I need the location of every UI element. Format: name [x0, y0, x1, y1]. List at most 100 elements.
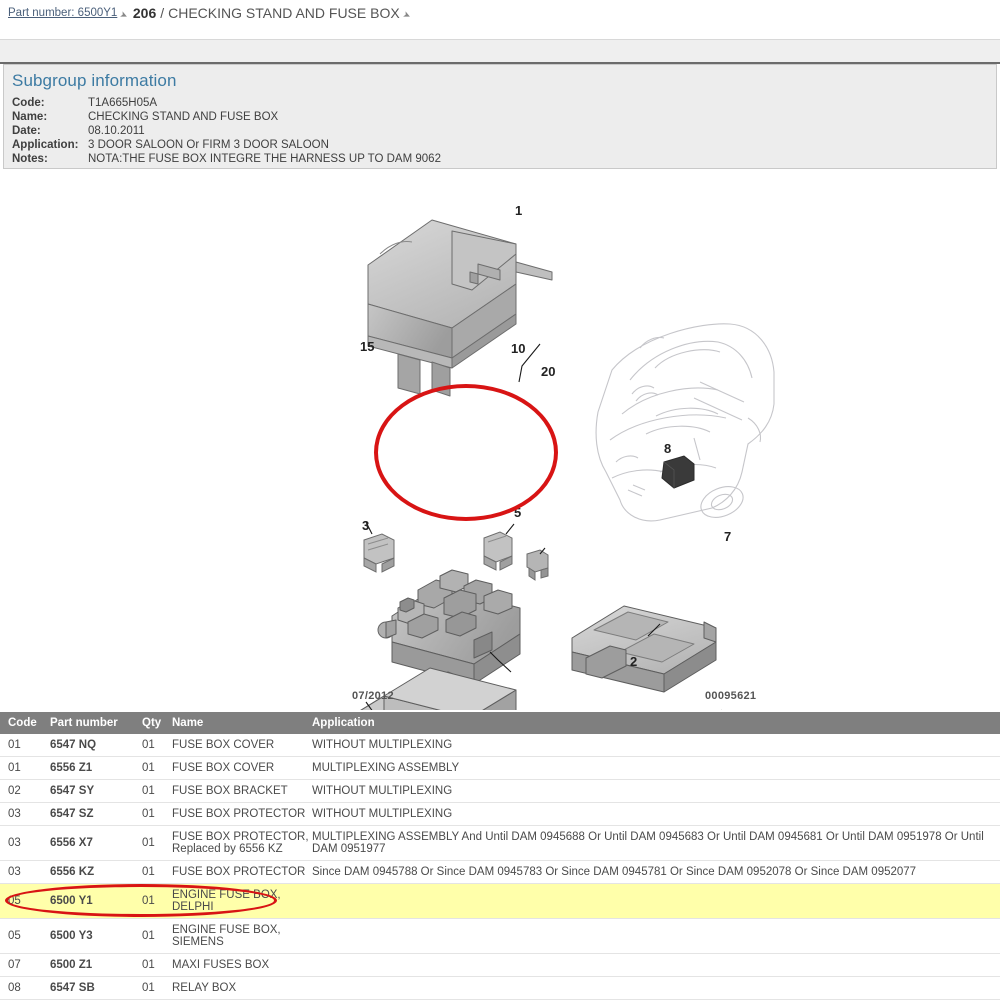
cell-qty: 01 — [142, 825, 172, 861]
cell-application — [312, 976, 1000, 1000]
cell-qty: 01 — [142, 918, 172, 954]
cell-part-number: 6556 KZ — [50, 860, 142, 884]
column-header-qty[interactable]: Qty — [142, 712, 172, 734]
part-10-fuse — [483, 531, 513, 571]
cell-code: 02 — [0, 779, 50, 803]
cell-name: FUSE BOX PROTECTOR, Replaced by 6556 KZ — [172, 825, 312, 861]
diagram-callout-5: 5 — [514, 505, 522, 520]
cell-part-number: 6547 NQ — [50, 734, 142, 757]
cell-code: 05 — [0, 883, 50, 919]
part-20-connector — [526, 549, 549, 581]
subgroup-field-value: CHECKING STAND AND FUSE BOX — [88, 111, 279, 123]
diagram-callout-8: 8 — [664, 441, 672, 456]
cell-application — [312, 883, 1000, 919]
table-row[interactable]: 03 6556 KZ 01 FUSE BOX PROTECTOR Since DAM 0… — [0, 860, 1000, 884]
cell-name-second-line: Replaced by 6556 KZ — [172, 843, 283, 855]
diagram-callout-20: 20 — [541, 364, 556, 379]
parts-table: Code Part number Qty Name Application 01… — [0, 712, 1000, 1000]
cell-qty: 01 — [142, 779, 172, 803]
subgroup-info-row: Notes: NOTA:THE FUSE BOX INTEGRE THE HAR… — [12, 153, 441, 167]
cell-application: WITHOUT MULTIPLEXING — [312, 779, 1000, 803]
cell-qty: 01 — [142, 860, 172, 884]
subgroup-field-value: NOTA:THE FUSE BOX INTEGRE THE HARNESS UP… — [88, 153, 441, 165]
breadcrumb-arrow-icon-1: ➤ — [118, 8, 130, 21]
diagram-callout-1: 1 — [515, 203, 523, 218]
breadcrumb-group-number[interactable]: 206 — [133, 5, 156, 21]
subgroup-info-row: Code: T1A665H05A — [12, 97, 441, 111]
subgroup-field-label: Code: — [12, 97, 45, 109]
subgroup-information-panel: Subgroup information Code: T1A665H05A Na… — [3, 64, 997, 169]
table-row[interactable]: 02 6547 SY 01 FUSE BOX BRACKET WITHOUT MULTI… — [0, 779, 1000, 803]
table-row[interactable]: 03 6547 SZ 01 FUSE BOX PROTECTOR WITHOUT MUL… — [0, 802, 1000, 826]
cell-qty: 01 — [142, 802, 172, 826]
cell-name: FUSE BOX PROTECTOR — [172, 860, 312, 884]
column-header-name[interactable]: Name — [172, 712, 312, 734]
cell-part-number: 6500 Y1 — [50, 883, 142, 919]
cell-application: MULTIPLEXING ASSEMBLY — [312, 756, 1000, 780]
subgroup-info-table: Code: T1A665H05A Name: CHECKING STAND AN… — [12, 97, 441, 167]
table-row[interactable]: 01 6547 NQ 01 FUSE BOX COVER WITHOUT MULTIPL… — [0, 734, 1000, 757]
diagram-callout-7: 7 — [724, 529, 732, 544]
subgroup-field-label: Name: — [12, 111, 48, 123]
cell-code: 03 — [0, 825, 50, 861]
cell-qty: 01 — [142, 953, 172, 977]
cell-name-second-line: DELPHI — [172, 901, 214, 913]
cell-part-number: 6556 Z1 — [50, 756, 142, 780]
cell-application: WITHOUT MULTIPLEXING — [312, 802, 1000, 826]
column-header-code[interactable]: Code — [0, 712, 50, 734]
cell-code: 01 — [0, 756, 50, 780]
diagram-callout-2: 2 — [630, 654, 638, 669]
cell-name: ENGINE FUSE BOX, DELPHI — [172, 883, 312, 919]
subgroup-panel-title: Subgroup information — [12, 71, 177, 90]
subgroup-field-value: 08.10.2011 — [88, 125, 145, 137]
subgroup-field-value: 3 DOOR SALOON Or FIRM 3 DOOR SALOON — [88, 139, 329, 151]
subgroup-info-row: Application: 3 DOOR SALOON Or FIRM 3 DOO… — [12, 139, 441, 153]
subgroup-field-label: Notes: — [12, 153, 48, 165]
table-row[interactable]: 05 6500 Y3 01 ENGINE FUSE BOX, SIEMENS — [0, 918, 1000, 954]
diagram-callout-15: 15 — [360, 339, 375, 354]
subgroup-field-label: Date: — [12, 125, 41, 137]
cell-application: MULTIPLEXING ASSEMBLY And Until DAM 0945… — [312, 825, 1000, 861]
parts-table-container: Code Part number Qty Name Application 01… — [0, 712, 1000, 1000]
breadcrumb-separator: / — [160, 5, 165, 21]
cell-code: 08 — [0, 976, 50, 1000]
part-15-fuse — [363, 533, 395, 573]
diagram-date-code: 07/2012 — [352, 690, 394, 702]
breadcrumb: Part number: 6500Y1 ➤ 206 / CHECKING STA… — [0, 0, 1000, 26]
diagram-callout-3: 3 — [362, 518, 370, 533]
page-root: Part number: 6500Y1 ➤ 206 / CHECKING STA… — [0, 0, 1000, 1000]
callout-leader-10 — [505, 523, 515, 535]
table-row[interactable]: 01 6556 Z1 01 FUSE BOX COVER MULTIPLEXING AS… — [0, 756, 1000, 780]
top-divider — [0, 39, 1000, 64]
cell-name: RELAY BOX — [172, 976, 312, 1000]
cell-name: FUSE BOX PROTECTOR — [172, 802, 312, 826]
table-row[interactable]: 08 6547 SB 01 RELAY BOX — [0, 976, 1000, 1000]
column-header-application[interactable]: Application — [312, 712, 1000, 734]
cell-application: WITHOUT MULTIPLEXING — [312, 734, 1000, 757]
cell-part-number: 6547 SY — [50, 779, 142, 803]
vehicle-fusebox-marker — [661, 455, 695, 489]
cell-code: 07 — [0, 953, 50, 977]
breadcrumb-title[interactable]: CHECKING STAND AND FUSE BOX — [168, 5, 400, 21]
table-row[interactable]: 07 6500 Z1 01 MAXI FUSES BOX — [0, 953, 1000, 977]
subgroup-field-value: T1A665H05A — [88, 97, 158, 109]
table-row[interactable]: 03 6556 X7 01 FUSE BOX PROTECTOR, Replaced b… — [0, 825, 1000, 861]
cell-application — [312, 953, 1000, 977]
column-header-part-number[interactable]: Part number — [50, 712, 142, 734]
vehicle-line-drawing — [595, 323, 775, 522]
subgroup-info-row: Name: CHECKING STAND AND FUSE BOX — [12, 111, 441, 125]
cell-part-number: 6500 Y3 — [50, 918, 142, 954]
diagram-drawing-number: 00095621 — [705, 690, 757, 702]
cell-application — [312, 918, 1000, 954]
table-row[interactable]: 05 6500 Y1 01 ENGINE FUSE BOX, DELPHI — [0, 883, 1000, 919]
cell-code: 05 — [0, 918, 50, 954]
subgroup-field-label: Application: — [12, 139, 79, 151]
breadcrumb-part-link[interactable]: Part number: 6500Y1 — [8, 7, 117, 19]
cell-part-number: 6547 SZ — [50, 802, 142, 826]
cell-name: FUSE BOX COVER — [172, 756, 312, 780]
diagram-svg — [360, 219, 775, 710]
cell-code: 03 — [0, 802, 50, 826]
cell-code: 03 — [0, 860, 50, 884]
part-1-fuse-box-cover — [367, 219, 553, 397]
exploded-view-diagram: 1 15 10 20 8 5 3 7 2 — [0, 172, 1000, 710]
